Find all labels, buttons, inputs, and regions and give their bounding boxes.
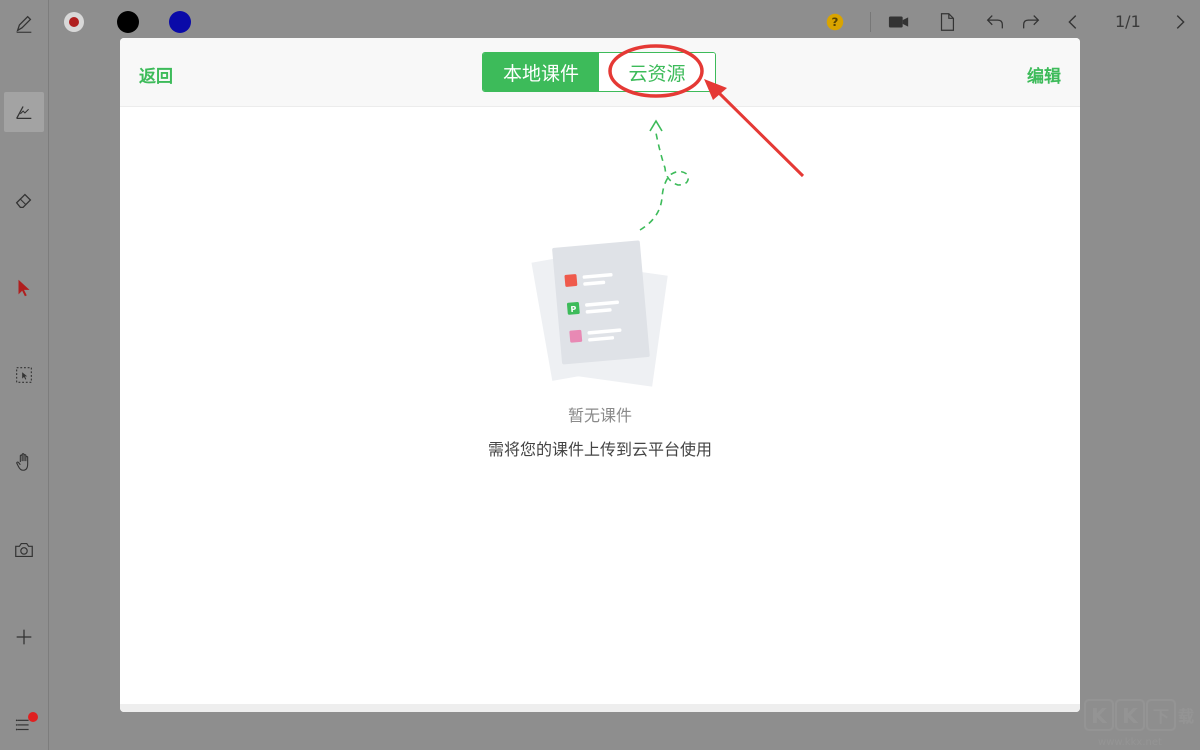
hand-icon [16,453,29,471]
redo-icon [1023,15,1040,29]
record-button[interactable] [886,11,912,33]
pointer-icon [18,279,30,297]
audio-file-icon [569,329,583,343]
svg-text:K: K [1122,704,1139,728]
selection-icon [16,367,32,383]
screenshot-tool[interactable] [4,530,44,570]
add-page-tool[interactable] [4,617,44,657]
next-page-button[interactable] [1169,11,1191,33]
pointer-tool[interactable] [4,268,44,308]
empty-state-illustration: P [531,119,690,387]
dialog-header: 返回 本地课件 云资源 编辑 [120,38,1080,107]
pen-icon [16,15,32,33]
undo-icon [986,15,1003,29]
menu-tool[interactable] [4,704,44,744]
color-blue-swatch[interactable] [169,11,191,33]
pen-tool[interactable] [4,4,44,44]
undo-button[interactable] [984,11,1006,33]
courseware-dialog: 返回 本地课件 云资源 编辑 P 暂无课件 需将您的课件上传到云平台使用 [120,38,1080,712]
redo-button[interactable] [1020,11,1042,33]
dashed-arrow-trail [639,132,690,231]
help-button[interactable]: ? [824,11,846,33]
tab-cloud-resources[interactable]: 云资源 [599,53,715,91]
page-indicator: 1/1 [1115,12,1141,31]
source-tabs: 本地课件 云资源 [482,52,716,92]
notification-badge [28,712,38,722]
left-toolbar [0,0,49,750]
document-icon [940,13,955,31]
svg-text:?: ? [832,15,839,29]
shape-icon [16,106,32,120]
next-page-icon [1176,15,1185,29]
document-button[interactable] [936,11,958,33]
pdf-file-icon [564,274,578,287]
edit-button[interactable]: 编辑 [1027,62,1061,87]
svg-text:K: K [1091,704,1108,728]
eraser-icon [15,193,32,208]
prev-page-icon [1068,15,1077,29]
color-red-swatch[interactable] [64,12,84,32]
eraser-tool[interactable] [4,180,44,220]
watermark-logo: K K 下 载 www.kkx.net [1084,699,1194,748]
arrow-head-icon [649,119,663,132]
selection-tool[interactable] [4,355,44,395]
help-icon: ? [826,13,844,31]
svg-text:www.kkx.net: www.kkx.net [1098,737,1162,748]
camera-icon [15,542,33,558]
empty-state-subtitle: 需将您的课件上传到云平台使用 [487,440,712,459]
tab-local-courseware[interactable]: 本地课件 [483,53,599,91]
hand-tool[interactable] [4,442,44,482]
svg-text:P: P [570,305,577,314]
empty-state-title: 暂无课件 [567,406,632,425]
shape-tool[interactable] [4,92,44,132]
dialog-footer-strip [120,704,1080,712]
add-icon [16,629,32,645]
prev-page-button[interactable] [1062,11,1084,33]
color-black-swatch[interactable] [117,11,139,33]
video-camera-icon [888,16,909,28]
svg-text:载: 载 [1178,707,1194,726]
back-button[interactable]: 返回 [139,62,173,87]
svg-text:下: 下 [1153,707,1169,726]
